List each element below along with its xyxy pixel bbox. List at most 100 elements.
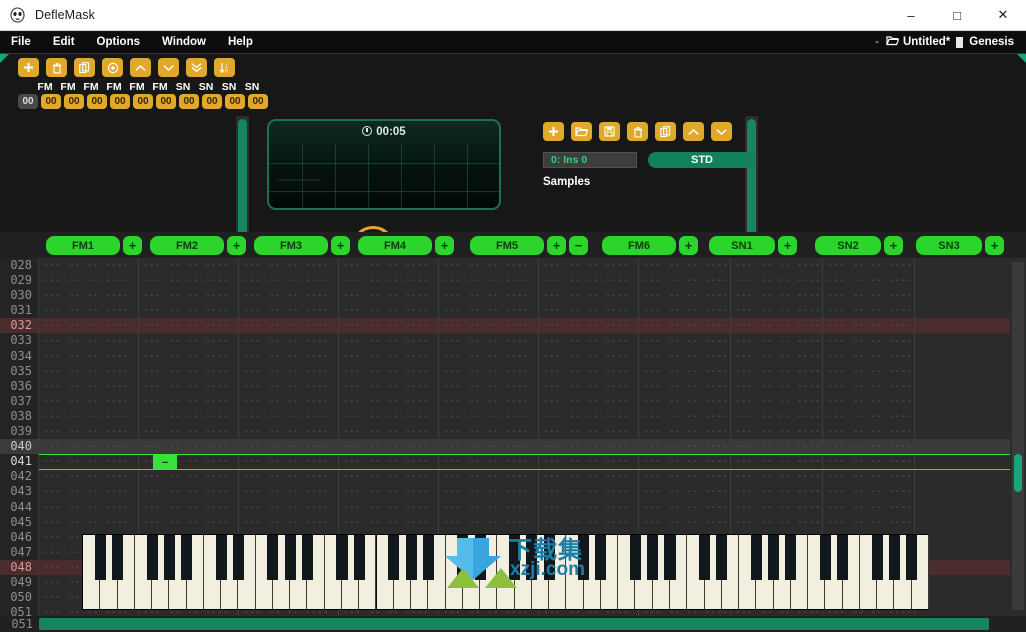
- pattern-cell[interactable]: -----------: [539, 484, 639, 500]
- pattern-sub-fx[interactable]: ----: [205, 486, 231, 497]
- pattern-sub-vol[interactable]: --: [587, 486, 601, 497]
- pattern-sub-note[interactable]: ---: [443, 336, 465, 347]
- pattern-sub-fx[interactable]: ----: [305, 471, 331, 482]
- pattern-sub-ins[interactable]: --: [669, 441, 683, 452]
- piano-black-key[interactable]: [785, 535, 797, 580]
- pattern-sub-fx[interactable]: ----: [796, 260, 822, 271]
- pattern-sub-fx[interactable]: ----: [796, 366, 822, 377]
- move-order-down-button[interactable]: [158, 58, 179, 77]
- pattern-cell[interactable]: -----------: [39, 378, 139, 394]
- pattern-sub-fx[interactable]: ----: [888, 502, 914, 513]
- pattern-sub-note[interactable]: ---: [643, 456, 665, 467]
- pattern-sub-fx[interactable]: ----: [704, 290, 730, 301]
- pattern-sub-fx[interactable]: ----: [605, 411, 631, 422]
- pattern-cell[interactable]: -----------: [639, 378, 731, 394]
- pattern-cell[interactable]: -----------: [139, 469, 239, 485]
- pattern-sub-ins[interactable]: --: [69, 426, 83, 437]
- pattern-sub-vol[interactable]: --: [487, 411, 501, 422]
- pattern-sub-fx[interactable]: ----: [205, 275, 231, 286]
- pattern-sub-vol[interactable]: --: [287, 336, 301, 347]
- pattern-sub-ins[interactable]: --: [761, 426, 775, 437]
- pattern-sub-vol[interactable]: --: [287, 275, 301, 286]
- order-cell[interactable]: 00: [110, 94, 130, 109]
- pattern-sub-note[interactable]: ---: [735, 260, 757, 271]
- pattern-sub-note[interactable]: ---: [243, 351, 265, 362]
- pattern-sub-vol[interactable]: --: [871, 411, 885, 422]
- pattern-sub-fx[interactable]: ----: [888, 275, 914, 286]
- pattern-sub-note[interactable]: ---: [443, 456, 465, 467]
- pattern-sub-ins[interactable]: --: [269, 260, 283, 271]
- pattern-sub-vol[interactable]: --: [187, 320, 201, 331]
- pattern-sub-note[interactable]: ---: [643, 426, 665, 437]
- pattern-sub-note[interactable]: ---: [543, 486, 565, 497]
- pattern-sub-note[interactable]: ---: [543, 502, 565, 513]
- pattern-sub-ins[interactable]: --: [269, 366, 283, 377]
- pattern-sub-note[interactable]: ---: [143, 411, 165, 422]
- pattern-sub-ins[interactable]: --: [469, 381, 483, 392]
- piano-black-key[interactable]: [146, 535, 158, 580]
- pattern-sub-fx[interactable]: ----: [405, 426, 431, 437]
- pattern-sub-ins[interactable]: --: [369, 441, 383, 452]
- piano-black-key[interactable]: [578, 535, 590, 580]
- pattern-cell[interactable]: -----------: [239, 484, 339, 500]
- piano-black-key[interactable]: [629, 535, 641, 580]
- pattern-sub-fx[interactable]: ----: [105, 305, 131, 316]
- pattern-sub-note[interactable]: ---: [827, 486, 849, 497]
- pattern-sub-note[interactable]: ---: [543, 336, 565, 347]
- pattern-sub-note[interactable]: ---: [735, 305, 757, 316]
- pattern-sub-note[interactable]: ---: [735, 411, 757, 422]
- pattern-row[interactable]: ----------------------------------------…: [39, 378, 1010, 394]
- pattern-sub-ins[interactable]: --: [469, 336, 483, 347]
- pattern-sub-vol[interactable]: --: [287, 305, 301, 316]
- pattern-sub-note[interactable]: ---: [643, 517, 665, 528]
- pattern-cell[interactable]: -----------: [639, 499, 731, 515]
- pattern-sub-note[interactable]: ---: [643, 336, 665, 347]
- pattern-cell[interactable]: -----------: [639, 318, 731, 334]
- piano-black-key[interactable]: [405, 535, 417, 580]
- pattern-sub-ins[interactable]: --: [69, 607, 83, 616]
- pattern-sub-ins[interactable]: --: [569, 351, 583, 362]
- system-name[interactable]: Genesis: [969, 36, 1014, 48]
- pattern-sub-ins[interactable]: --: [669, 517, 683, 528]
- pattern-sub-fx[interactable]: ----: [505, 396, 531, 407]
- pattern-sub-vol[interactable]: --: [387, 320, 401, 331]
- pattern-sub-fx[interactable]: ----: [704, 305, 730, 316]
- pattern-sub-ins[interactable]: --: [369, 351, 383, 362]
- pattern-sub-fx[interactable]: ----: [796, 336, 822, 347]
- pattern-sub-note[interactable]: ---: [143, 441, 165, 452]
- pattern-sub-fx[interactable]: ----: [605, 517, 631, 528]
- pattern-sub-ins[interactable]: --: [853, 517, 867, 528]
- pattern-sub-fx[interactable]: ----: [704, 471, 730, 482]
- pattern-sub-note[interactable]: ---: [643, 351, 665, 362]
- pattern-sub-vol[interactable]: --: [779, 305, 793, 316]
- add-effect-column-fm3-button[interactable]: +: [331, 236, 350, 255]
- pattern-sub-ins[interactable]: --: [761, 411, 775, 422]
- pattern-sub-ins[interactable]: --: [269, 471, 283, 482]
- pattern-sub-ins[interactable]: --: [369, 366, 383, 377]
- pattern-sub-fx[interactable]: ----: [796, 351, 822, 362]
- pattern-sub-ins[interactable]: --: [69, 577, 83, 588]
- pattern-sub-vol[interactable]: --: [871, 366, 885, 377]
- pattern-sub-fx[interactable]: ----: [505, 502, 531, 513]
- pattern-sub-vol[interactable]: --: [687, 456, 701, 467]
- pattern-sub-fx[interactable]: ----: [205, 517, 231, 528]
- pattern-sub-ins[interactable]: --: [761, 320, 775, 331]
- pattern-sub-fx[interactable]: ----: [888, 426, 914, 437]
- pattern-sub-ins[interactable]: --: [469, 486, 483, 497]
- pattern-sub-note[interactable]: ---: [343, 517, 365, 528]
- pattern-sub-vol[interactable]: --: [287, 486, 301, 497]
- pattern-cell[interactable]: -----------: [823, 439, 915, 455]
- pattern-sub-fx[interactable]: ----: [305, 320, 331, 331]
- move-instrument-up-button[interactable]: [683, 122, 704, 141]
- pattern-cell[interactable]: -----------: [823, 363, 915, 379]
- pattern-sub-ins[interactable]: --: [369, 426, 383, 437]
- pattern-sub-ins[interactable]: --: [569, 456, 583, 467]
- piano-black-key[interactable]: [353, 535, 365, 580]
- pattern-sub-note[interactable]: ---: [43, 502, 65, 513]
- pattern-sub-ins[interactable]: --: [469, 502, 483, 513]
- pattern-cell[interactable]: -----------: [339, 393, 439, 409]
- piano-black-key[interactable]: [388, 535, 400, 580]
- pattern-cell[interactable]: -----------: [39, 514, 139, 530]
- pattern-cell[interactable]: -----------: [239, 378, 339, 394]
- pattern-cell[interactable]: -----------: [731, 484, 823, 500]
